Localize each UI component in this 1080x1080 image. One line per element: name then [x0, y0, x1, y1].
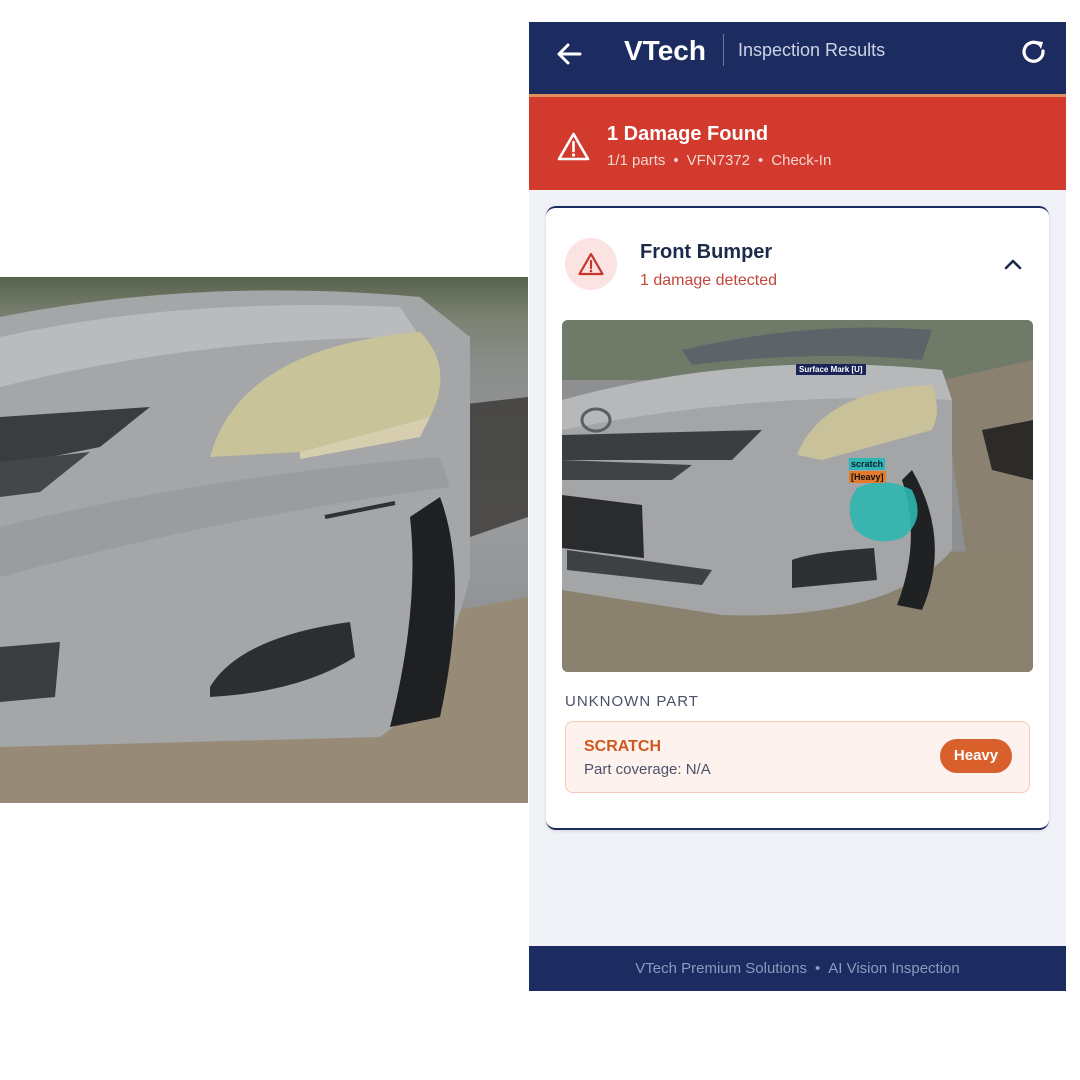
inspection-mode: Check-In	[771, 152, 832, 169]
part-damage-count: 1 damage detected	[640, 272, 777, 289]
warning-triangle-icon	[565, 238, 617, 290]
inspection-meta: 1/1 parts • VFN7372 • Check-In	[607, 151, 831, 171]
damage-label-tag: scratch	[849, 458, 886, 470]
part-section-label: UNKNOWN PART	[565, 693, 699, 710]
inspection-results-screen: VTech Inspection Results 1 Damage Found …	[529, 22, 1066, 991]
part-card-front-bumper: Front Bumper 1 damage detected Surface M…	[546, 206, 1049, 830]
warning-triangle-icon	[557, 131, 590, 161]
meta-separator: •	[673, 152, 679, 169]
damage-count-title: 1 Damage Found	[607, 123, 769, 145]
footer-product: AI Vision Inspection	[828, 960, 960, 977]
plate-number: VFN7372	[686, 152, 751, 169]
app-header: VTech Inspection Results	[529, 22, 1066, 97]
footer-separator: •	[815, 960, 821, 977]
footer-company: VTech Premium Solutions	[635, 960, 807, 977]
chevron-up-icon[interactable]	[998, 252, 1028, 276]
page-title: Inspection Results	[738, 40, 886, 60]
arrow-left-icon[interactable]	[553, 38, 585, 70]
parts-count: 1/1 parts	[607, 152, 666, 169]
header-divider	[723, 34, 724, 66]
car-photo-original	[0, 277, 528, 803]
damage-list-item[interactable]: SCRATCH Part coverage: N/A Heavy	[565, 721, 1030, 793]
damage-type: SCRATCH	[584, 738, 662, 755]
damage-coverage: Part coverage: N/A	[584, 761, 711, 778]
brand-logo: VTech	[624, 35, 706, 66]
app-footer: VTech Premium Solutions • AI Vision Inspec…	[529, 946, 1066, 991]
annotated-damage-photo[interactable]: Surface Mark [U] scratch [Heavy]	[562, 320, 1033, 672]
damage-summary-banner: 1 Damage Found 1/1 parts • VFN7372 • Check-I…	[529, 97, 1066, 190]
damage-severity-tag: [Heavy]	[849, 471, 886, 483]
meta-separator: •	[758, 152, 764, 169]
part-name: Front Bumper	[640, 241, 773, 263]
surface-mark-tag: Surface Mark [U]	[796, 364, 866, 375]
severity-badge: Heavy	[940, 739, 1012, 773]
refresh-icon[interactable]	[1019, 37, 1049, 67]
